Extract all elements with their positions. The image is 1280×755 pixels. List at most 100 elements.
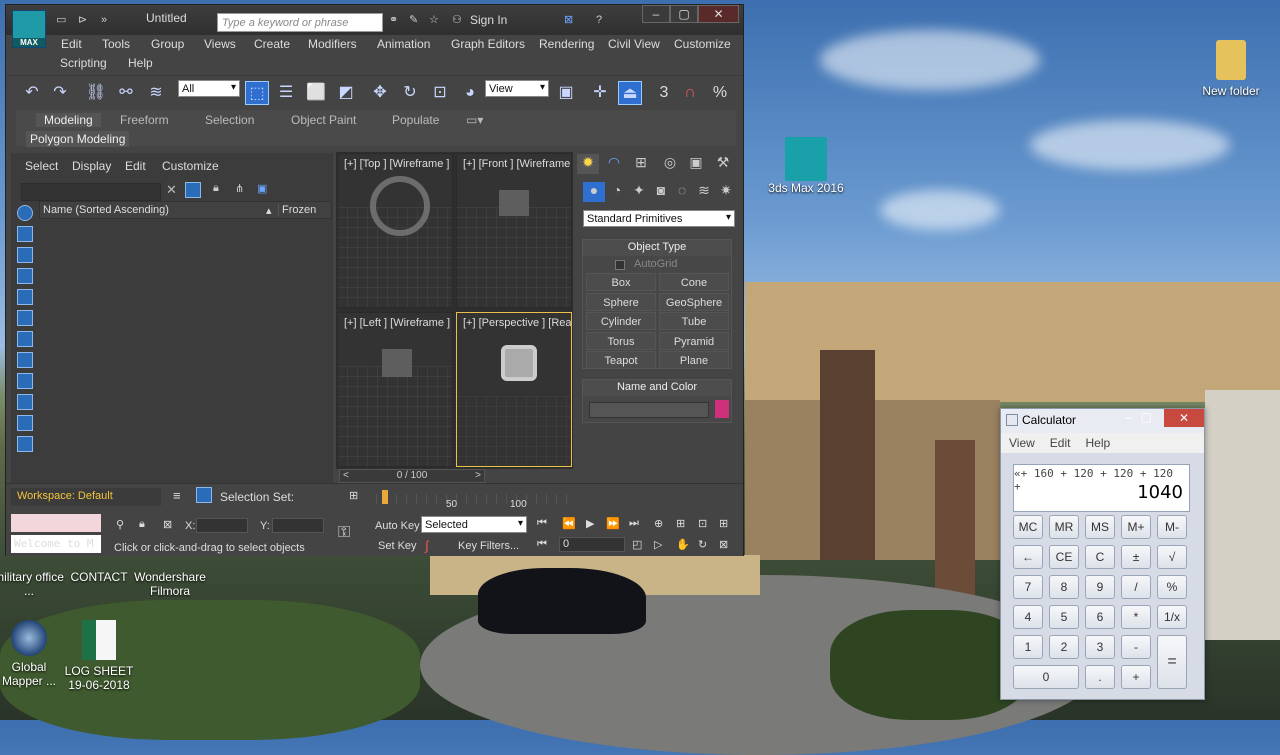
display-geometry-icon[interactable] xyxy=(17,205,33,221)
key-m-minus[interactable]: M- xyxy=(1157,515,1187,539)
desktop-icon-military[interactable]: military office ... xyxy=(0,570,68,598)
maximize-button[interactable]: ▢ xyxy=(670,5,698,23)
angle-snap-icon[interactable]: ∩ xyxy=(678,81,702,105)
object-type-title[interactable]: Object Type xyxy=(583,240,731,256)
key-ms[interactable]: MS xyxy=(1085,515,1115,539)
viewport-top[interactable]: [+] [Top ] [Wireframe ] xyxy=(337,153,453,308)
time-slider[interactable]: < 0 / 100 > xyxy=(339,469,485,483)
auto-key-button[interactable]: Auto Key xyxy=(375,520,420,532)
explorer-menu-customize[interactable]: Customize xyxy=(162,159,219,173)
undo-icon[interactable]: ↶ xyxy=(20,81,44,105)
ribbon-tab-object-paint[interactable]: Object Paint xyxy=(291,113,356,127)
next-frame-icon[interactable]: ⏩ xyxy=(606,517,620,530)
select-by-name-icon[interactable]: ☰ xyxy=(274,81,298,105)
spacewarps-category-icon[interactable]: ≋ xyxy=(693,182,715,202)
key-7[interactable]: 7 xyxy=(1013,575,1043,599)
select-manipulate-icon[interactable]: ✛ xyxy=(588,81,612,105)
menu-group[interactable]: Group xyxy=(151,37,184,51)
display-helpers-icon[interactable] xyxy=(17,289,33,305)
key-filters-button[interactable]: Key Filters... xyxy=(458,540,519,552)
display-containers-icon[interactable] xyxy=(17,394,33,410)
close-button[interactable]: ✕ xyxy=(698,5,739,23)
filter-icon[interactable] xyxy=(185,182,201,198)
object-color-swatch[interactable] xyxy=(715,400,729,418)
pan-icon[interactable]: ✋ xyxy=(676,538,690,551)
cone-button[interactable]: Cone xyxy=(659,273,729,291)
viewport-left[interactable]: [+] [Left ] [Wireframe ] xyxy=(337,312,453,467)
desktop-icon-contact[interactable]: CONTACT xyxy=(60,570,138,584)
calc-menu-view[interactable]: View xyxy=(1009,436,1035,450)
display-lights-icon[interactable] xyxy=(17,247,33,263)
x-coordinate-field[interactable] xyxy=(196,518,248,533)
display-hidden-icon[interactable] xyxy=(17,436,33,452)
key-6[interactable]: 6 xyxy=(1085,605,1115,629)
geometry-category-icon[interactable]: ● xyxy=(583,182,605,202)
geosphere-button[interactable]: GeoSphere xyxy=(659,293,729,311)
key-2[interactable]: 2 xyxy=(1049,635,1079,659)
helpers-category-icon[interactable]: ◌ xyxy=(671,182,693,202)
star-icon[interactable]: ☆ xyxy=(429,14,443,26)
binoculars-icon[interactable]: ⚭ xyxy=(389,14,403,26)
ribbon-options-icon[interactable]: ▭▾ xyxy=(466,113,483,127)
ribbon-tab-selection[interactable]: Selection xyxy=(205,113,254,127)
zoom-all-icon[interactable]: ⊞ xyxy=(676,517,685,530)
menu-modifiers[interactable]: Modifiers xyxy=(308,37,357,51)
key-4[interactable]: 4 xyxy=(1013,605,1043,629)
viewport-label[interactable]: [+] [Front ] [Wireframe xyxy=(463,158,570,170)
explorer-menu-select[interactable]: Select xyxy=(25,159,58,173)
slider-left-arrow[interactable]: < xyxy=(343,470,349,482)
exchange-icon[interactable]: ⊠ xyxy=(564,14,578,26)
reference-coord-dropdown[interactable]: View xyxy=(485,80,549,97)
desktop-icon-new-folder[interactable]: New folder xyxy=(1192,40,1270,98)
orbit-icon[interactable]: ↻ xyxy=(698,538,707,551)
zoom-extents-all-icon[interactable]: ⊞ xyxy=(719,517,728,530)
timeline-cursor[interactable] xyxy=(382,490,388,504)
key-reciprocal[interactable]: 1/x xyxy=(1157,605,1187,629)
menu-animation[interactable]: Animation xyxy=(377,37,430,51)
lock-icon[interactable]: 🔒︎ xyxy=(213,182,219,195)
minimize-button[interactable]: – xyxy=(642,5,670,23)
ribbon-tab-populate[interactable]: Populate xyxy=(392,113,439,127)
new-file-icon[interactable]: ▭ xyxy=(56,14,70,26)
torus-button[interactable]: Torus xyxy=(586,332,656,350)
explorer-search-field[interactable] xyxy=(21,183,161,201)
more-icon[interactable]: » xyxy=(101,14,115,26)
key-equals[interactable]: = xyxy=(1157,635,1187,689)
move-icon[interactable]: ✥ xyxy=(368,81,392,105)
calc-close-button[interactable]: ✕ xyxy=(1164,409,1204,427)
display-frozen-icon[interactable] xyxy=(17,415,33,431)
key-mc[interactable]: MC xyxy=(1013,515,1043,539)
goto-start-icon[interactable]: ⏮ xyxy=(537,517,547,530)
key-m-plus[interactable]: M+ xyxy=(1121,515,1151,539)
key-filters-icon[interactable]: ∫ xyxy=(425,538,429,553)
calc-maximize-button[interactable]: ▢ xyxy=(1141,410,1152,424)
teapot-button[interactable]: Teapot xyxy=(586,351,656,369)
ribbon-sub-polygon-modeling[interactable]: Polygon Modeling xyxy=(26,131,130,147)
slider-right-arrow[interactable]: > xyxy=(475,470,481,482)
ribbon-tab-freeform[interactable]: Freeform xyxy=(120,113,169,127)
bind-spacewarp-icon[interactable]: ≋ xyxy=(144,81,168,105)
unlink-icon[interactable]: ⚯ xyxy=(114,81,138,105)
plane-button[interactable]: Plane xyxy=(659,351,729,369)
key-backspace[interactable]: ← xyxy=(1013,545,1043,569)
app-menu-button[interactable]: MAX xyxy=(12,10,46,48)
viewcube[interactable] xyxy=(382,349,412,377)
window-crossing-icon[interactable]: ◩ xyxy=(334,81,358,105)
open-file-icon[interactable]: ⊳ xyxy=(78,14,92,26)
layers-icon[interactable]: ≡ xyxy=(173,488,181,503)
scale-icon[interactable]: ⊡ xyxy=(428,81,452,105)
absolute-mode-icon[interactable]: ⊠ xyxy=(163,518,172,531)
cylinder-button[interactable]: Cylinder xyxy=(586,312,656,330)
menu-rendering[interactable]: Rendering xyxy=(539,37,594,51)
key-plus-minus[interactable]: ± xyxy=(1121,545,1151,569)
utilities-tab-icon[interactable]: ⚒ xyxy=(712,154,734,174)
display-tab-icon[interactable]: ▣ xyxy=(685,154,707,174)
isolate-icon[interactable]: ⚲ xyxy=(116,518,124,531)
create-tab-icon[interactable]: ✹ xyxy=(577,154,599,174)
selection-filter-dropdown[interactable]: All xyxy=(178,80,240,97)
timeline-icon[interactable]: ⊞ xyxy=(349,489,358,502)
help-icon[interactable]: ? xyxy=(596,14,610,26)
menu-views[interactable]: Views xyxy=(204,37,236,51)
key-5[interactable]: 5 xyxy=(1049,605,1079,629)
key-add[interactable]: + xyxy=(1121,665,1151,689)
